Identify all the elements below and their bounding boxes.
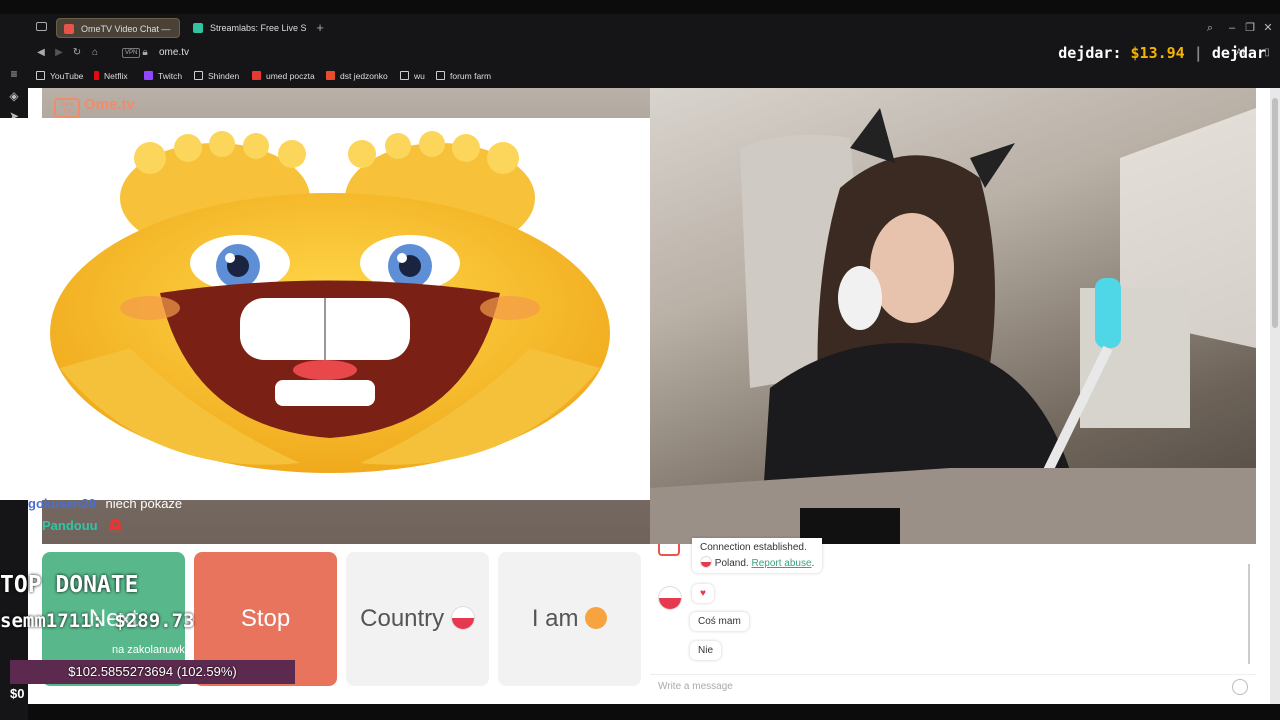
donor-name-2: dejdar xyxy=(1211,44,1266,62)
minimize-button[interactable]: – xyxy=(1222,18,1242,38)
heart-icon: ♥ xyxy=(700,588,706,599)
page-icon xyxy=(400,71,409,80)
system-message: Connection established. Poland. Report a… xyxy=(692,538,823,573)
message-placeholder: Write a message xyxy=(658,681,733,692)
bookmark-youtube[interactable]: YouTube xyxy=(36,71,83,81)
donation-goal-bar: $102.5855273694 (102.59%) xyxy=(10,660,295,684)
goal-days: 3 DAYS TO GO xyxy=(120,688,183,698)
bookmark-label: dst jedzonko xyxy=(340,71,388,81)
bookmarks-bar: YouTube Netflix Twitch Shinden umed pocz… xyxy=(28,66,1280,88)
ometv-logo[interactable]: Ome TV Ome.tv xyxy=(54,96,135,120)
tab-bar: OmeTV Video Chat — Streamlabs: Free Live… xyxy=(0,14,1280,42)
partner-video-frame xyxy=(650,108,1256,544)
tab-ometv[interactable]: OmeTV Video Chat — xyxy=(56,18,180,38)
goal-text: $102.5855273694 (102.59%) xyxy=(68,664,237,679)
emoji-image-overlay xyxy=(0,118,678,500)
location-text: Poland. xyxy=(714,558,749,569)
reload-icon[interactable]: ↻ xyxy=(70,47,84,58)
goal-label: na zakolanuwki xyxy=(112,644,188,656)
boy-icon xyxy=(585,607,608,629)
bookmark-label: umed poczta xyxy=(266,71,315,81)
partner-video xyxy=(650,88,1256,544)
logo-text: Ome.tv xyxy=(84,96,135,113)
stop-label: Stop xyxy=(240,605,291,632)
bookmark-label: wu xyxy=(414,71,425,81)
bookmark-label: Netflix xyxy=(104,71,128,81)
siren-icon: 🚨︎ xyxy=(107,518,124,533)
page-icon xyxy=(436,71,445,80)
close-window-button[interactable]: ✕ xyxy=(1258,18,1278,38)
home-icon[interactable]: ⌂ xyxy=(88,47,102,58)
chat-message: Nie xyxy=(690,641,722,660)
emoji-icon[interactable] xyxy=(1232,679,1248,695)
bookmark-dst[interactable]: dst jedzonko xyxy=(326,71,388,81)
top-donate-entry: semm1711: $289.73 xyxy=(0,610,195,632)
bookmark-netflix[interactable]: Netflix xyxy=(94,71,128,81)
sidebar-compass-icon[interactable]: ◈ xyxy=(6,88,22,104)
chat-message-text: Coś mam xyxy=(698,616,741,627)
top-donate-title: TOP DONATE xyxy=(0,572,139,598)
goal-end: $100 xyxy=(274,688,295,698)
forward-icon[interactable]: ▶ xyxy=(52,47,66,58)
heart-message: ♥ xyxy=(692,584,714,603)
tab-label: Streamlabs: Free Live Stre xyxy=(210,23,306,33)
bookmark-label: Twitch xyxy=(158,71,183,81)
poland-flag-icon xyxy=(700,556,712,568)
stream-chat-line: gokusan29 niech pokaże xyxy=(28,496,182,511)
bookmark-forum-farm[interactable]: forum farm xyxy=(436,71,491,81)
chat-message-text: Nie xyxy=(698,645,714,656)
ometv-tab-icon xyxy=(64,24,74,34)
restore-button[interactable]: ❐ xyxy=(1240,18,1260,38)
streamlabs-tab-icon xyxy=(193,23,203,33)
partner-flag-icon xyxy=(658,586,682,610)
system-message-text: Connection established. xyxy=(700,542,807,553)
bookmark-twitch[interactable]: Twitch xyxy=(144,71,182,81)
chat-username: Pandouu xyxy=(42,518,98,533)
bookmark-umed[interactable]: umed poczta xyxy=(252,71,315,81)
sidebar-menu-icon[interactable]: ≡ xyxy=(6,66,22,82)
tab-overview-icon[interactable] xyxy=(36,22,47,31)
bookmark-label: forum farm xyxy=(450,71,492,81)
twitch-icon xyxy=(144,71,153,80)
donor-name: dejdar: xyxy=(1058,44,1122,62)
country-button[interactable]: Country xyxy=(346,552,489,686)
search-icon[interactable]: ⌕ xyxy=(1200,18,1220,38)
page-scrollbar[interactable] xyxy=(1270,88,1280,704)
scrollbar-thumb[interactable] xyxy=(1272,98,1278,328)
netflix-icon xyxy=(94,71,99,80)
bookmark-wu[interactable]: wu xyxy=(400,71,425,81)
laughing-emoji-icon xyxy=(50,131,610,473)
chat-message: Coś mam xyxy=(690,612,749,631)
message-input[interactable]: Write a message xyxy=(650,674,1256,700)
ometv-avatar-icon xyxy=(658,544,680,556)
report-abuse-link[interactable]: Report abuse xyxy=(751,558,811,569)
goal-start: $0 xyxy=(10,686,25,701)
tab-streamlabs[interactable]: Streamlabs: Free Live Stre xyxy=(186,18,306,38)
logo-box: Ome TV xyxy=(54,98,80,118)
gender-button[interactable]: I am xyxy=(498,552,641,686)
recent-donor-overlay: dejdar: $13.94 | dejdar xyxy=(1058,44,1266,62)
shinden-icon xyxy=(194,71,203,80)
umed-icon xyxy=(252,71,261,80)
bookmark-label: Shinden xyxy=(208,71,240,81)
stream-chat-line: Pandouu 🚨︎ xyxy=(42,518,124,534)
location-line: Poland. Report abuse. xyxy=(700,556,814,569)
k-icon xyxy=(326,71,335,80)
iam-label: I am xyxy=(531,605,579,632)
chat-text: niech pokaże xyxy=(105,496,183,511)
poland-flag-icon xyxy=(450,606,475,630)
chat-scrollbar[interactable] xyxy=(1248,564,1250,664)
lock-icon[interactable]: 🔒︎ xyxy=(138,47,152,58)
url-field[interactable]: ome.tv xyxy=(159,47,189,58)
back-icon[interactable]: ◀ xyxy=(34,47,48,58)
bookmark-shinden[interactable]: Shinden xyxy=(194,71,239,81)
tab-label: OmeTV Video Chat — xyxy=(81,24,171,34)
page-icon xyxy=(36,71,45,80)
country-label: Country xyxy=(360,605,445,632)
donor-amount: $13.94 xyxy=(1130,44,1185,62)
new-tab-button[interactable]: + xyxy=(313,18,327,38)
chat-username: gokusan29 xyxy=(28,496,96,511)
bookmark-label: YouTube xyxy=(50,71,84,81)
